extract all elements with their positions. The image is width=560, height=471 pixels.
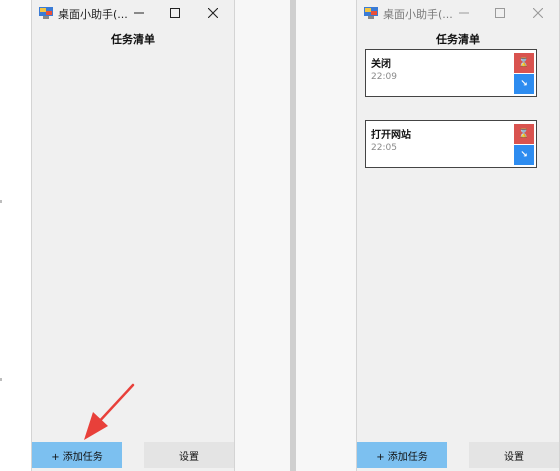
app-window-right: 桌面小助手(... 任务清单 关闭 22:09 ⌛ ↘ 打开网站 22:05 ⌛… bbox=[357, 0, 559, 471]
close-button[interactable] bbox=[198, 2, 228, 24]
desktop-backdrop bbox=[296, 0, 357, 471]
edit-task-button[interactable]: ↘ bbox=[514, 145, 534, 165]
app-window-left: 桌面小助手(... 任务清单 + 添加任务 设置 bbox=[32, 0, 234, 471]
task-title: 关闭 bbox=[371, 59, 391, 70]
task-time: 22:05 bbox=[371, 143, 397, 153]
task-card[interactable]: 关闭 22:09 ⌛ ↘ bbox=[365, 49, 537, 97]
maximize-button[interactable] bbox=[485, 2, 515, 24]
add-task-button[interactable]: + 添加任务 bbox=[357, 442, 447, 468]
minimize-button[interactable] bbox=[124, 2, 154, 24]
close-button[interactable] bbox=[523, 2, 553, 24]
minimize-button[interactable] bbox=[449, 2, 479, 24]
close-icon bbox=[533, 8, 543, 18]
window-title: 桌面小助手(... bbox=[383, 8, 453, 21]
edit-task-button[interactable]: ↘ bbox=[514, 74, 534, 94]
app-icon bbox=[364, 7, 378, 19]
task-list-heading: 任务清单 bbox=[111, 33, 155, 46]
task-list-heading: 任务清单 bbox=[436, 33, 480, 46]
desktop-backdrop bbox=[234, 0, 290, 471]
close-icon bbox=[208, 8, 218, 18]
task-card[interactable]: 打开网站 22:05 ⌛ ↘ bbox=[365, 120, 537, 168]
minimize-icon bbox=[134, 12, 144, 14]
task-title: 打开网站 bbox=[371, 130, 411, 141]
maximize-icon bbox=[495, 8, 505, 18]
window-title: 桌面小助手(... bbox=[58, 8, 128, 21]
settings-button[interactable]: 设置 bbox=[469, 442, 559, 468]
title-bar[interactable]: 桌面小助手(... bbox=[32, 0, 234, 28]
delete-task-button[interactable]: ⌛ bbox=[514, 53, 534, 73]
screenshot-stage: 桌面小助手(... 任务清单 + 添加任务 设置 桌面小助手(... 任务清单 … bbox=[0, 0, 560, 471]
settings-button[interactable]: 设置 bbox=[144, 442, 234, 468]
minimize-icon bbox=[459, 12, 469, 14]
app-icon bbox=[39, 7, 53, 19]
delete-task-button[interactable]: ⌛ bbox=[514, 124, 534, 144]
bottom-action-bar: + 添加任务 设置 bbox=[357, 442, 559, 468]
bottom-action-bar: + 添加任务 设置 bbox=[32, 442, 234, 468]
add-task-button[interactable]: + 添加任务 bbox=[32, 442, 122, 468]
task-time: 22:09 bbox=[371, 72, 397, 82]
maximize-icon bbox=[170, 8, 180, 18]
maximize-button[interactable] bbox=[160, 2, 190, 24]
title-bar[interactable]: 桌面小助手(... bbox=[357, 0, 559, 28]
edge-tick bbox=[0, 200, 2, 203]
edge-tick bbox=[0, 378, 2, 381]
